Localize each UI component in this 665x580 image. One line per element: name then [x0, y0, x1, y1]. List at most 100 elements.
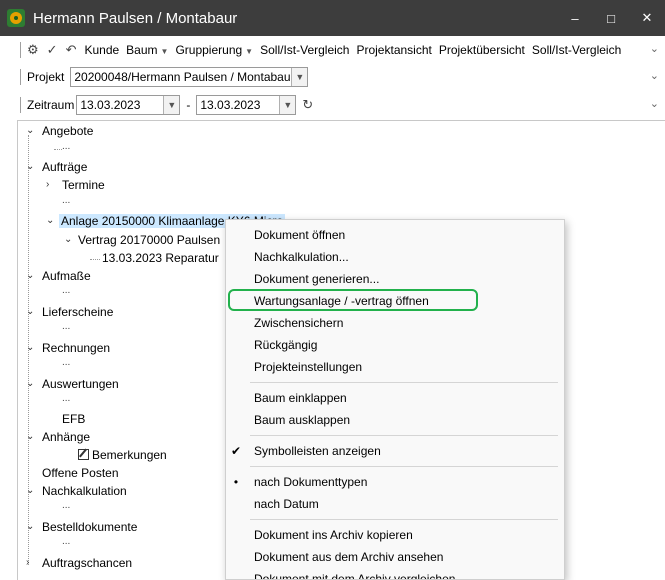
chevron-right-icon[interactable]: › [26, 557, 29, 568]
chevron-down-icon[interactable]: ⌄ [26, 161, 34, 172]
chevron-down-icon[interactable]: ▼ [279, 96, 296, 114]
chevron-down-icon[interactable]: ⌄ [46, 215, 54, 226]
tree-node-anhaenge[interactable]: Anhänge [42, 430, 90, 444]
project-select[interactable]: 20200048/Hermann Paulsen / Montabaur ▼ [70, 67, 309, 87]
chevron-down-icon[interactable]: ⌄ [26, 485, 34, 496]
radio-dot-icon: • [233, 475, 239, 489]
toolbar-projektuebersicht[interactable]: Projektübersicht [439, 43, 525, 57]
toolbar-gruppierung[interactable]: Gruppierung ▼ [175, 43, 253, 57]
menu-item-dokument-generieren[interactable]: Dokument generieren... [226, 268, 564, 290]
menu-item-label: Baum ausklappen [254, 413, 351, 427]
menu-separator [250, 466, 558, 467]
menu-item-projekteinstellungen[interactable]: Projekteinstellungen [226, 356, 564, 378]
chevron-down-icon[interactable]: ⌄ [26, 306, 34, 317]
menu-item-label: Nachkalkulation... [254, 250, 349, 264]
tree-node-offene-posten[interactable]: Offene Posten [42, 466, 119, 480]
main-toolbar: ⚙ ✓ ↶ Kunde Baum ▼ Gruppierung ▼ Soll/Ist-… [0, 37, 665, 63]
tree-node-vertrag[interactable]: Vertrag 20170000 Paulsen [78, 233, 220, 247]
tree-node-termine[interactable]: Termine [62, 178, 105, 192]
toolbar-soll-ist-vergleich[interactable]: Soll/Ist-Vergleich [260, 43, 349, 57]
chevron-down-icon[interactable]: ⌄ [26, 431, 34, 442]
chevron-down-icon[interactable]: ⌄ [26, 521, 34, 532]
menu-item-label: Dokument öffnen [254, 228, 346, 242]
menu-item-nachkalkulation[interactable]: Nachkalkulation... [226, 246, 564, 268]
chevron-down-icon[interactable]: ⌄ [26, 342, 34, 353]
tree-placeholder: ... [62, 536, 71, 547]
tree-node-bestelldokumente[interactable]: Bestelldokumente [42, 520, 137, 534]
toolbar-grip[interactable] [20, 42, 21, 58]
toolbar-soll-ist-vergleich-2[interactable]: Soll/Ist-Vergleich [532, 43, 621, 57]
app-icon [7, 9, 25, 27]
toolbar-overflow-icon[interactable]: ⌄ [650, 97, 659, 110]
chevron-down-icon[interactable]: ▼ [163, 96, 180, 114]
tree-connector [54, 149, 62, 150]
tree-node-nachkalkulation[interactable]: Nachkalkulation [42, 484, 127, 498]
menu-separator [250, 519, 558, 520]
tree-node-lieferscheine[interactable]: Lieferscheine [42, 305, 113, 319]
chevron-down-icon[interactable]: ⌄ [26, 125, 34, 136]
tree-placeholder: ... [62, 393, 71, 404]
toolbar-baum[interactable]: Baum ▼ [126, 43, 168, 57]
toolbar-overflow-icon[interactable]: ⌄ [650, 69, 659, 82]
menu-item-archiv-kopieren[interactable]: Dokument ins Archiv kopieren [226, 524, 564, 546]
menu-item-nach-datum[interactable]: nach Datum [226, 493, 564, 515]
chevron-down-icon[interactable]: ⌄ [64, 234, 72, 245]
tree-node-auftragschancen[interactable]: Auftragschancen [42, 556, 132, 570]
toolbar-grip[interactable] [20, 97, 21, 113]
toolbar-projektansicht[interactable]: Projektansicht [356, 43, 431, 57]
project-label: Projekt [27, 70, 65, 84]
tree-node-efb[interactable]: EFB [62, 412, 85, 426]
menu-item-baum-ausklappen[interactable]: Baum ausklappen [226, 409, 564, 431]
menu-item-label: Projekteinstellungen [254, 360, 363, 374]
close-button[interactable]: ✕ [629, 0, 665, 36]
toolbar-overflow-icon[interactable]: ⌄ [650, 42, 659, 55]
project-toolbar: Projekt 20200048/Hermann Paulsen / Monta… [0, 64, 665, 90]
menu-item-label: Dokument generieren... [254, 272, 380, 286]
menu-item-nach-dokumenttypen[interactable]: • nach Dokumenttypen [226, 471, 564, 493]
toolbar-grip[interactable] [20, 69, 21, 85]
menu-item-zwischensichern[interactable]: Zwischensichern [226, 312, 564, 334]
menu-item-baum-einklappen[interactable]: Baum einklappen [226, 387, 564, 409]
menu-item-dokument-oeffnen[interactable]: Dokument öffnen [226, 224, 564, 246]
chevron-down-icon[interactable]: ▼ [291, 68, 308, 86]
menu-item-label: nach Dokumenttypen [254, 475, 368, 489]
tree-node-reparatur[interactable]: 13.03.2023 Reparatur [102, 251, 219, 265]
toolbar-kunde[interactable]: Kunde [84, 43, 119, 57]
menu-item-symbolleisten-anzeigen[interactable]: ✔ Symbolleisten anzeigen [226, 440, 564, 462]
period-to-select[interactable]: 13.03.2023 ▼ [196, 95, 297, 115]
menu-item-archiv-ansehen[interactable]: Dokument aus dem Archiv ansehen [226, 546, 564, 568]
menu-separator [250, 435, 558, 436]
tree-placeholder: ... [62, 357, 71, 368]
period-toolbar: Zeitraum 13.03.2023 ▼ - 13.03.2023 ▼ ↻ ⌄ [0, 92, 665, 118]
tree-node-auftraege[interactable]: Aufträge [42, 160, 87, 174]
refresh-icon[interactable]: ↻ [302, 97, 313, 113]
tree-placeholder: ... [62, 285, 71, 296]
tree-node-angebote[interactable]: Angebote [42, 124, 93, 138]
tree-placeholder: ... [62, 195, 71, 206]
project-select-value: 20200048/Hermann Paulsen / Montabaur [74, 70, 292, 84]
maximize-button[interactable]: □ [593, 0, 629, 36]
chevron-down-icon[interactable]: ⌄ [26, 270, 34, 281]
tree-placeholder: ... [62, 141, 71, 152]
minimize-button[interactable]: – [557, 0, 593, 36]
chevron-down-icon[interactable]: ⌄ [26, 378, 34, 389]
period-label: Zeitraum [27, 98, 75, 112]
menu-item-label: Zwischensichern [254, 316, 344, 330]
period-from-select[interactable]: 13.03.2023 ▼ [76, 95, 181, 115]
period-from-value: 13.03.2023 [80, 98, 141, 112]
tree-placeholder: ... [62, 500, 71, 511]
tree-node-aufmasse[interactable]: Aufmaße [42, 269, 91, 283]
chevron-right-icon[interactable]: › [46, 179, 49, 190]
period-to-value: 13.03.2023 [200, 98, 261, 112]
menu-item-archiv-vergleichen[interactable]: Dokument mit dem Archiv vergleichen [226, 568, 564, 579]
menu-item-rueckgaengig[interactable]: Rückgängig [226, 334, 564, 356]
tree-node-bemerkungen-label: Bemerkungen [92, 448, 167, 462]
tree-node-bemerkungen[interactable]: Bemerkungen [78, 448, 167, 462]
undo-icon[interactable]: ↶ [66, 42, 77, 58]
annotation-highlight [228, 289, 478, 311]
gear-icon[interactable]: ⚙ [27, 42, 39, 58]
check-icon[interactable]: ✓ [47, 42, 58, 58]
chevron-down-icon: ▼ [245, 47, 254, 56]
tree-node-auswertungen[interactable]: Auswertungen [42, 377, 119, 391]
tree-node-rechnungen[interactable]: Rechnungen [42, 341, 110, 355]
